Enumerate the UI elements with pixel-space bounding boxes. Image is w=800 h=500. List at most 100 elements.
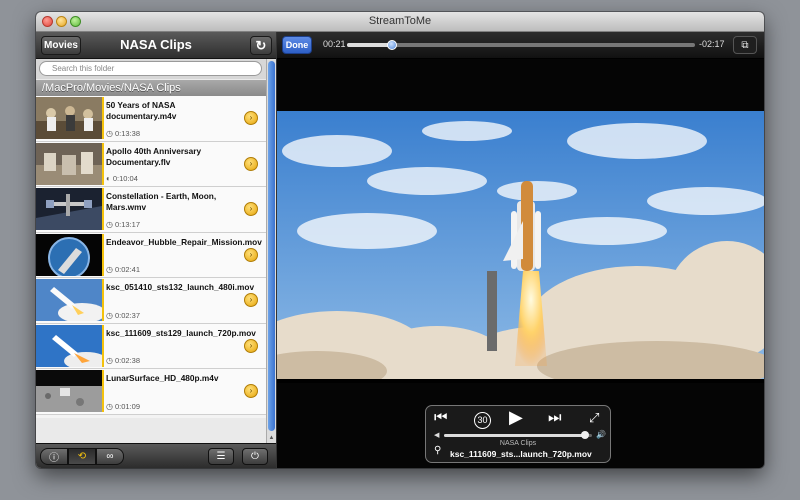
done-button[interactable]: Done (282, 36, 312, 54)
info-button[interactable]: ⓘ (40, 448, 68, 465)
remaining-time: -02:17 (699, 39, 725, 49)
clock-icon: ◷ (106, 356, 113, 365)
volume-level (444, 434, 585, 437)
duration-text: 0:02:37 (114, 310, 141, 320)
volume-low-icon: ◀ (434, 432, 440, 439)
shuffle-button[interactable]: ∞ (96, 448, 124, 465)
title-bar: StreamToMe (36, 12, 764, 32)
playback-hud: ⏮ 30 ▶ ⏭ ⤢ ◀ 🔊 NASA Clips ⚲ ksc_111609_s… (425, 405, 611, 463)
search-bar: ⚲ Search this folder (36, 59, 266, 79)
now-playing-folder: NASA Clips (499, 440, 537, 447)
video-thumbnail (36, 97, 104, 139)
play-arrow-icon[interactable]: › (244, 111, 258, 125)
file-name: ksc_051410_sts132_launch_480i.mov (106, 282, 255, 292)
elapsed-time: 00:21 (323, 39, 346, 49)
play-arrow-icon[interactable]: › (244, 247, 258, 262)
expand-icon[interactable]: ⤢ (589, 410, 599, 426)
file-duration: ◐ 0:10:04 (106, 174, 138, 183)
play-arrow-icon[interactable]: › (244, 384, 258, 398)
fullscreen-icon: ⧉ (741, 39, 749, 51)
folder-title: NASA Clips (120, 37, 192, 52)
file-duration: ◷ 0:01:09 (106, 402, 140, 411)
file-name: LunarSurface_HD_480p.m4v (106, 373, 219, 383)
video-frame[interactable] (277, 111, 764, 383)
skip-back-30-icon[interactable]: 30 (474, 412, 491, 429)
playlist-button[interactable]: ☰ (208, 448, 234, 465)
duration-text: 0:13:17 (114, 219, 141, 229)
video-thumbnail (36, 370, 104, 412)
volume-handle[interactable] (580, 431, 589, 439)
video-thumbnail (36, 279, 104, 321)
previous-track-icon[interactable]: ⏮ (434, 409, 448, 426)
power-icon: ⏻ (251, 451, 259, 462)
shuffle-icon: ∞ (106, 451, 114, 462)
play-icon[interactable]: ▶ (509, 407, 523, 428)
app-window: StreamToMe Movies NASA Clips ↻ ⚲ Search … (36, 12, 764, 468)
duration-text: 0:01:09 (114, 401, 141, 411)
clock-icon: ◷ (106, 219, 113, 229)
play-arrow-icon[interactable]: › (244, 202, 258, 216)
fullscreen-button[interactable]: ⧉ (733, 36, 757, 54)
volume-high-icon: 🔊 (596, 430, 606, 439)
folder-path: /MacPro/Movies/NASA Clips (36, 80, 266, 96)
search-input[interactable]: Search this folder (39, 61, 262, 76)
list-item[interactable]: ksc_111609_sts129_launch_720p.mov ◷ 0:02:… (36, 323, 266, 369)
video-thumbnail (36, 142, 104, 185)
list-item[interactable]: Constellation - Earth, Moon, Mars.wmv ◷ 0… (36, 187, 266, 233)
video-thumbnail (36, 233, 104, 276)
player-top-bar: Done 00:21 -02:17 ⧉ (277, 32, 764, 59)
file-name: Constellation - Earth, Moon, Mars.wmv (106, 191, 217, 212)
clock-icon: ◷ (106, 401, 113, 411)
clock-icon: ◷ (106, 128, 113, 138)
duration-text: 0:10:04 (112, 174, 138, 183)
file-duration: ◷ 0:13:17 (106, 220, 140, 229)
clock-icon: ◷ (106, 265, 113, 274)
list-scrollbar[interactable]: ▲▼ (266, 59, 276, 452)
scrub-bar[interactable] (347, 40, 695, 50)
repeat-icon: ⟲ (77, 451, 87, 462)
file-name: Endeavor_Hubble_Repair_Mission.mov (106, 236, 262, 247)
file-list: 50 Years of NASA documentary.m4v ◷ 0:13:3… (36, 96, 266, 418)
duration-text: 0:13:38 (114, 128, 141, 138)
list-item[interactable]: 50 Years of NASA documentary.m4v ◷ 0:13:3… (36, 96, 266, 142)
play-arrow-icon[interactable]: › (244, 338, 258, 353)
duration-text: 0:02:41 (114, 265, 141, 274)
now-playing-file: ksc_111609_sts...launch_720p.mov (450, 449, 592, 459)
browser-header: Movies NASA Clips ↻ (36, 32, 276, 59)
list-item[interactable]: Apollo 40th Anniversary Documentary.flv … (36, 141, 266, 187)
browser-toolbar: ⓘ ⟲ ∞ ☰ ⏻ (36, 443, 276, 468)
refresh-button[interactable]: ↻ (250, 36, 272, 55)
repeat-button[interactable]: ⟲ (68, 448, 96, 465)
file-duration: ◷ 0:02:38 (106, 356, 140, 365)
clock-icon: ◷ (106, 310, 113, 320)
playlist-icon: ☰ (216, 451, 226, 462)
back-button[interactable]: Movies (41, 36, 81, 55)
info-icon: ⓘ (49, 453, 59, 464)
list-item[interactable]: ksc_051410_sts132_launch_480i.mov ◷ 0:02:… (36, 278, 266, 324)
list-item[interactable]: Endeavor_Hubble_Repair_Mission.mov ◷ 0:02… (36, 232, 266, 278)
search-icon[interactable]: ⚲ (434, 445, 441, 456)
file-name: 50 Years of NASA documentary.m4v (106, 100, 177, 121)
window-title: StreamToMe (368, 15, 432, 27)
file-duration: ◷ 0:02:41 (106, 265, 140, 274)
file-duration: ◷ 0:02:37 (106, 311, 140, 320)
file-name: ksc_111609_sts129_launch_720p.mov (106, 327, 256, 338)
video-thumbnail (36, 324, 104, 367)
scroll-thumb[interactable] (268, 61, 275, 431)
file-browser-panel: Movies NASA Clips ↻ ⚲ Search this folder… (36, 32, 276, 468)
clock-icon: ◐ (106, 174, 111, 183)
video-thumbnail (36, 188, 104, 230)
play-arrow-icon[interactable]: › (244, 156, 258, 171)
play-arrow-icon[interactable]: › (244, 293, 258, 307)
file-duration: ◷ 0:13:38 (106, 129, 140, 138)
next-track-icon[interactable]: ⏭ (548, 409, 562, 426)
list-item[interactable]: LunarSurface_HD_480p.m4v ◷ 0:01:09 › (36, 369, 266, 415)
volume-slider[interactable] (444, 431, 592, 439)
refresh-icon: ↻ (255, 37, 267, 53)
duration-text: 0:02:38 (114, 356, 141, 365)
scrub-handle[interactable] (387, 40, 398, 50)
sleep-timer-button[interactable]: ⏻ (242, 448, 268, 465)
file-name: Apollo 40th Anniversary Documentary.flv (106, 145, 202, 167)
scrub-progress (347, 43, 393, 47)
video-player: Done 00:21 -02:17 ⧉ ⏮ 30 ▶ ⏭ ⤢ ◀ 🔊 NASA … (276, 32, 764, 468)
